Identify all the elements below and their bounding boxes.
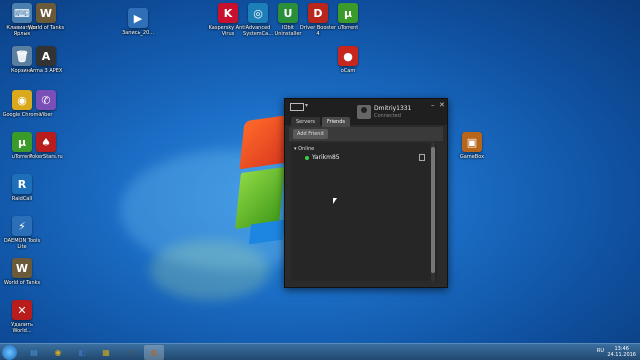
desktop-shortcut[interactable]: ▣ GameBox <box>452 132 492 160</box>
connection-status: Connected <box>374 113 401 119</box>
close-button[interactable]: ✕ <box>439 101 445 109</box>
add-friend-button[interactable]: Add Friend <box>293 129 328 139</box>
shortcut-label: World of Tanks <box>27 25 65 31</box>
app-icon: ◎ <box>248 3 268 23</box>
online-status-icon <box>305 156 309 160</box>
shortcut-label: GameBox <box>459 154 485 160</box>
shortcut-label: uTorrent <box>337 25 359 31</box>
shortcut-label: DAEMON Tools Lite <box>3 238 41 250</box>
tab-bar: Servers Friends <box>291 117 350 127</box>
taskbar: ▤ ◉ ◧ ▦ ▭ ◍ RU 13:46 24.11.2016 <box>0 343 640 360</box>
taskbar-app-button[interactable]: ▦ <box>96 345 116 360</box>
app-icon: ● <box>338 46 358 66</box>
friend-name: Yarikm85 <box>312 154 340 161</box>
desktop-shortcut[interactable]: W World of Tanks <box>2 258 42 286</box>
app-icon: R <box>12 174 32 194</box>
app-icon: W <box>12 258 32 278</box>
monitor-icon[interactable] <box>290 103 304 111</box>
friends-list: ▾ Online Yarikm85 <box>291 143 437 281</box>
avatar[interactable] <box>357 105 371 119</box>
tab-friends[interactable]: Friends <box>322 117 350 127</box>
app-icon: ✕ <box>12 300 32 320</box>
app-icon: ♠ <box>36 132 56 152</box>
desktop-shortcut[interactable]: ✆ Viber <box>26 90 66 118</box>
shortcut-label: PokerStars.ru <box>29 154 63 160</box>
desktop-shortcut[interactable]: ♠ PokerStars.ru <box>26 132 66 160</box>
language-indicator[interactable]: RU <box>597 348 604 354</box>
app-icon: ▣ <box>462 132 482 152</box>
desktop-shortcut[interactable]: ⚡ DAEMON Tools Lite <box>2 216 42 250</box>
taskbar-app-button[interactable]: ◧ <box>72 345 92 360</box>
friends-toolbar: Add Friend <box>289 127 443 141</box>
windows-logo-red <box>239 114 291 170</box>
clock-date: 24.11.2016 <box>607 352 636 358</box>
minimize-button[interactable]: – <box>431 101 435 109</box>
app-icon: U <box>278 3 298 23</box>
desktop-shortcut[interactable]: A Armа 3 APEX <box>26 46 66 74</box>
friend-profile-icon[interactable] <box>419 154 425 161</box>
desktop-shortcut[interactable]: R RaidCall <box>2 174 42 202</box>
wallpaper-glow <box>150 240 270 300</box>
desktop-shortcut[interactable]: ▶ Запись_20... <box>118 8 158 36</box>
friend-row[interactable]: Yarikm85 <box>291 153 431 163</box>
group-online[interactable]: ▾ Online <box>294 146 314 152</box>
mouse-cursor <box>333 198 337 204</box>
scrollbar[interactable] <box>431 143 435 281</box>
shortcut-label: oCam <box>340 68 356 74</box>
shortcut-label: Armа 3 APEX <box>29 68 63 74</box>
desktop-shortcut[interactable]: ✕ Удалить World... <box>2 300 42 334</box>
app-icon: K <box>218 3 238 23</box>
chevron-down-icon[interactable]: ▾ <box>305 102 308 109</box>
clock[interactable]: 13:46 24.11.2016 <box>607 346 636 358</box>
desktop-shortcut[interactable]: μ uTorrent <box>328 3 368 31</box>
taskbar-app-button[interactable]: ◉ <box>48 345 68 360</box>
app-icon: μ <box>338 3 358 23</box>
app-icon: ✆ <box>36 90 56 110</box>
username: Dmitriy1331 <box>374 105 412 112</box>
shortcut-label: RaidCall <box>11 196 33 202</box>
taskbar-app-button[interactable]: ▤ <box>24 345 44 360</box>
taskbar-app-button[interactable]: ▭ <box>120 345 140 360</box>
app-icon: ▶ <box>128 8 148 28</box>
taskbar-app-button[interactable]: ◍ <box>144 345 164 360</box>
shortcut-label: Viber <box>39 112 53 118</box>
desktop-shortcut[interactable]: ● oCam <box>328 46 368 74</box>
start-button[interactable] <box>2 345 17 360</box>
app-icon: W <box>36 3 56 23</box>
tab-servers[interactable]: Servers <box>291 117 321 127</box>
shortcut-label: Удалить World... <box>11 322 33 334</box>
game-client-window[interactable]: ▾ Dmitriy1331 Connected – ✕ Servers Frie… <box>284 98 448 288</box>
shortcut-label: Запись_20... <box>121 30 155 36</box>
app-icon: ⚡ <box>12 216 32 236</box>
scrollbar-thumb[interactable] <box>431 147 435 273</box>
app-icon: D <box>308 3 328 23</box>
desktop-shortcut[interactable]: W World of Tanks <box>26 3 66 31</box>
shortcut-label: World of Tanks <box>3 280 41 286</box>
app-icon: A <box>36 46 56 66</box>
group-label: Online <box>298 146 315 152</box>
